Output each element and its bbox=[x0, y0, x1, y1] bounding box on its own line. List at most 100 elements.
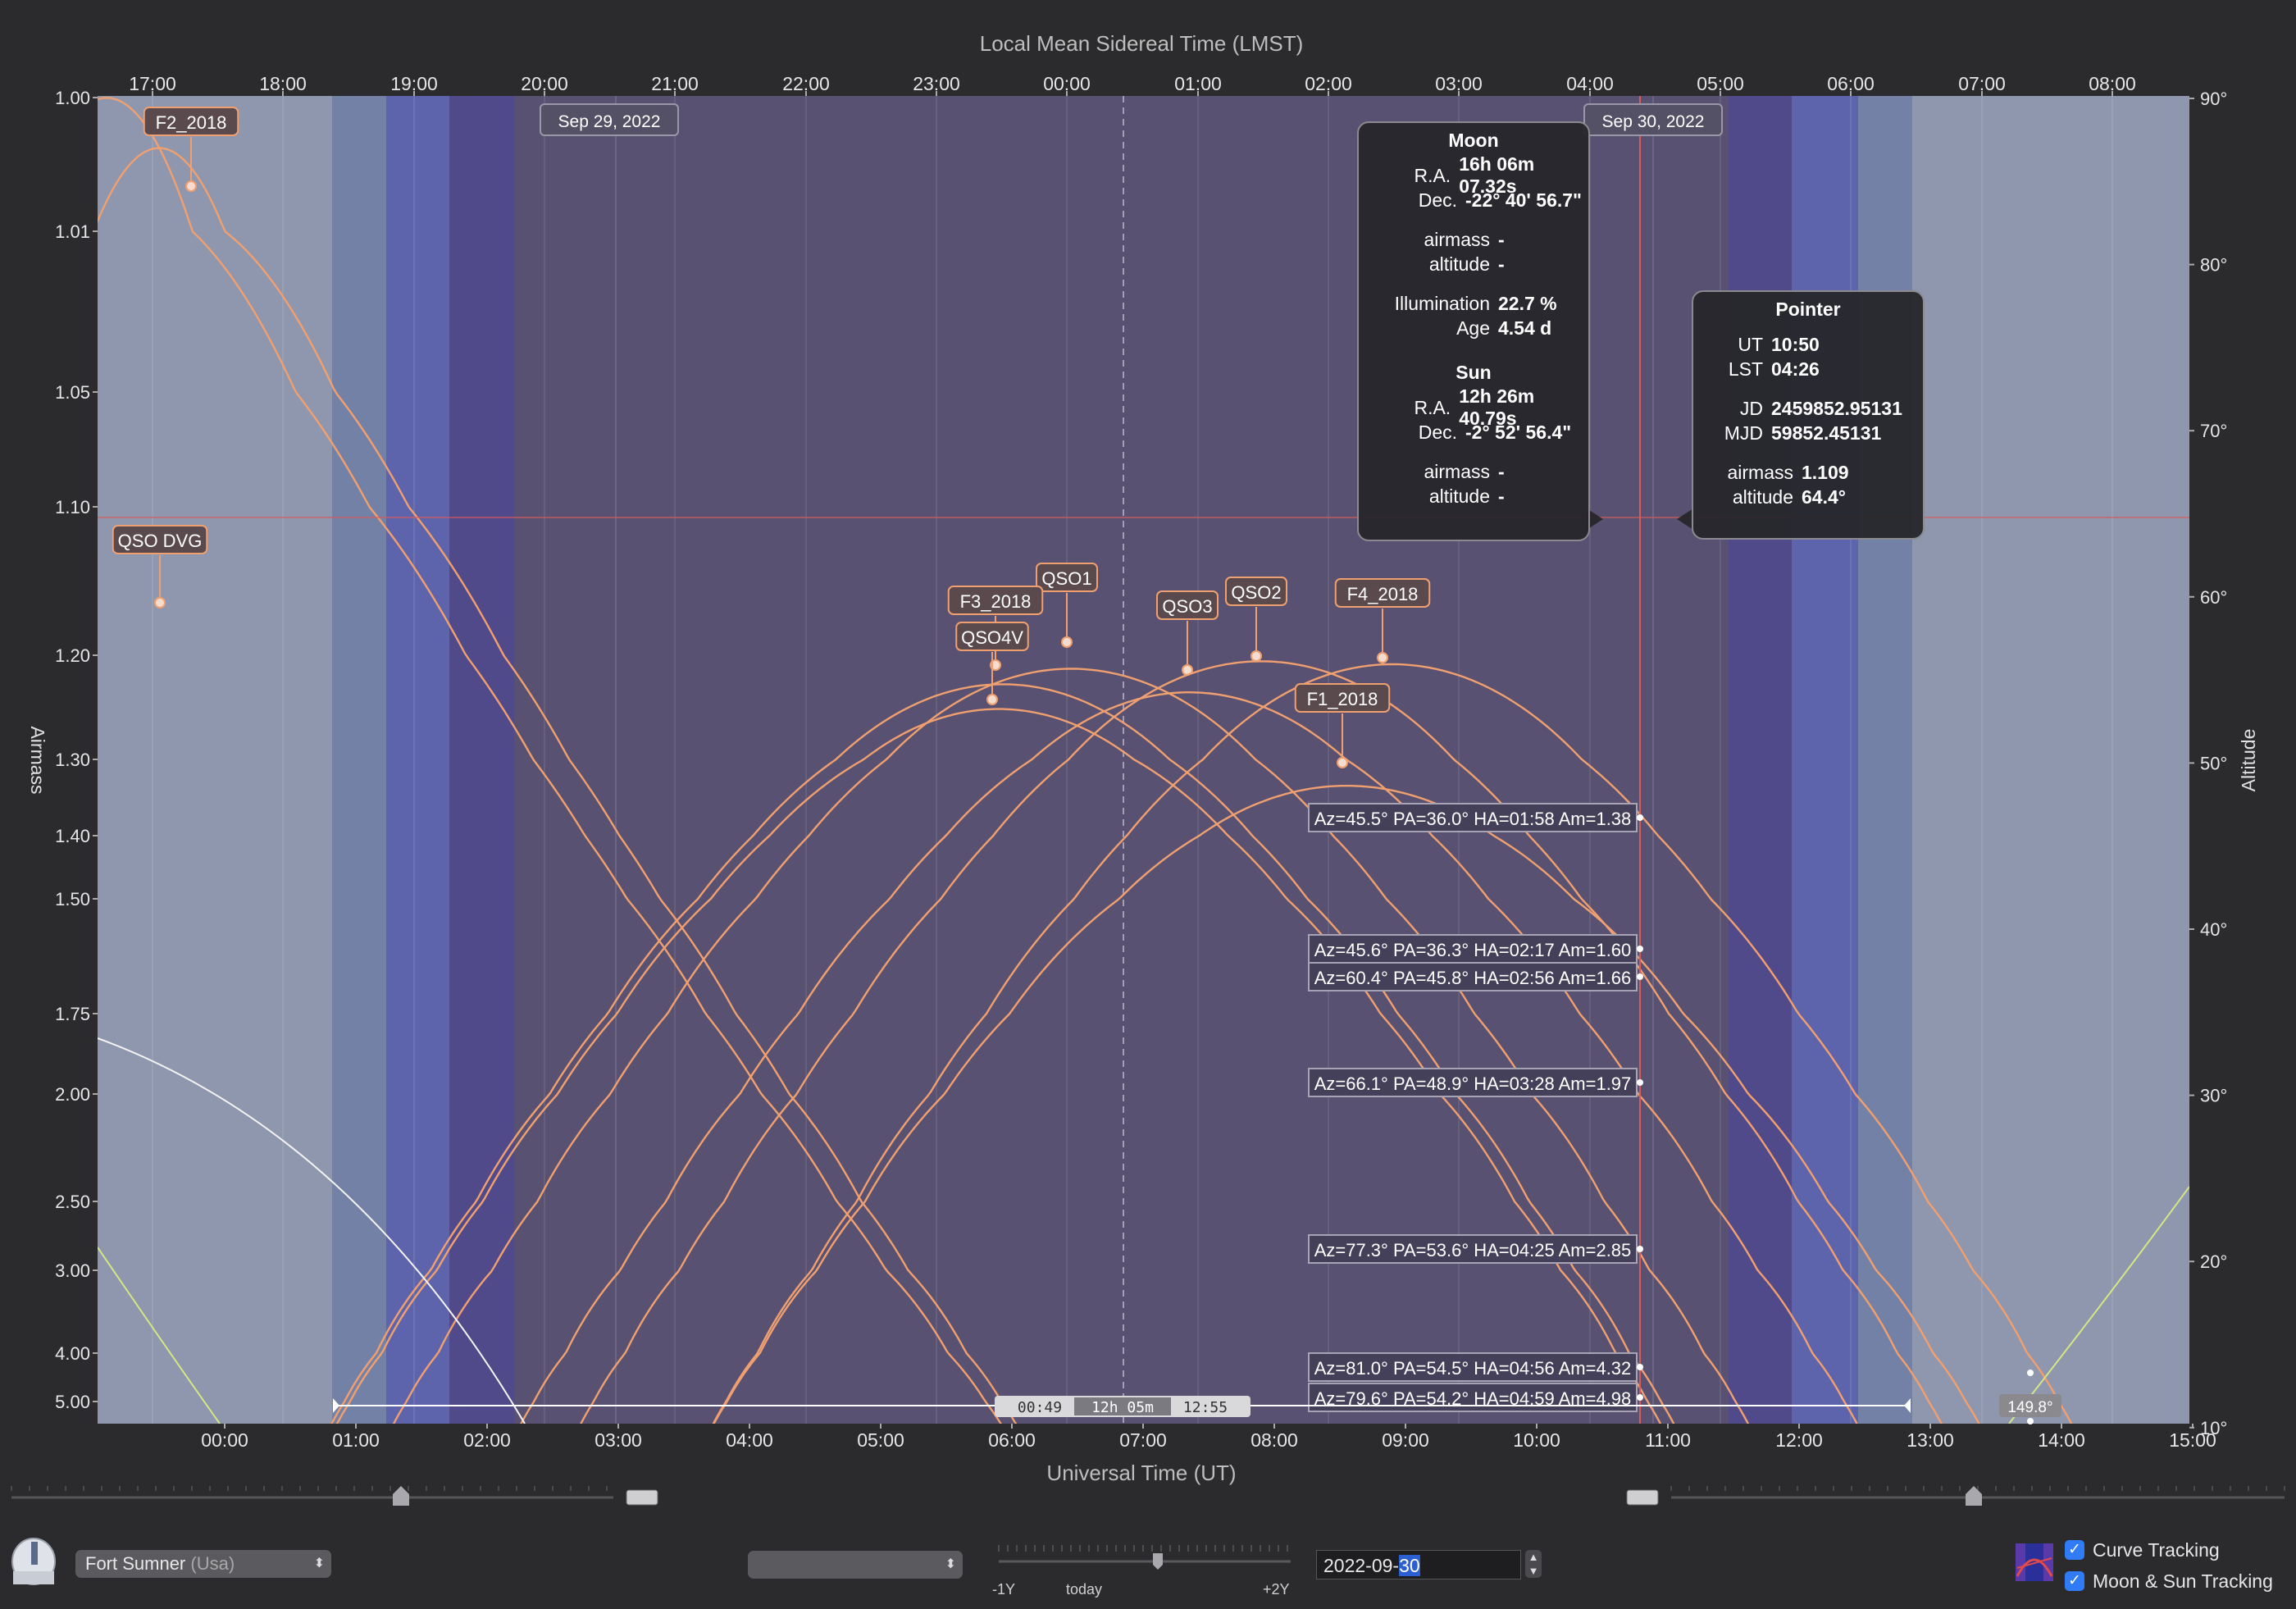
civil-twilight-band bbox=[332, 96, 386, 1424]
color-map-icon[interactable] bbox=[2016, 1543, 2053, 1581]
moon-sun-tracking-checkbox[interactable]: ✓ Moon & Sun Tracking bbox=[2065, 1566, 2273, 1596]
night-bar-end: 12:55 bbox=[1183, 1399, 1228, 1416]
ut-tick: 06:00 bbox=[988, 1429, 1036, 1451]
pointer-readout-text: Az=60.4° PA=45.8° HA=02:56 Am=1.66 bbox=[1314, 968, 1632, 988]
pointer-readout-text: Az=77.3° PA=53.6° HA=04:25 Am=2.85 bbox=[1314, 1240, 1632, 1260]
target-label[interactable]: QSO3 bbox=[1156, 590, 1219, 620]
lmst-tick: 20:00 bbox=[521, 73, 568, 94]
date-stepper[interactable]: ▲ ▼ bbox=[1525, 1550, 1542, 1578]
range-thumb[interactable] bbox=[1966, 1486, 1982, 1506]
pointer-ut-value: 10:50 bbox=[1771, 333, 1820, 355]
target-marker[interactable] bbox=[1250, 650, 1262, 662]
pointer-readout-dot bbox=[1637, 973, 1643, 980]
lmst-tick: 21:00 bbox=[651, 73, 699, 94]
pointer-lst-label: LST bbox=[1728, 358, 1763, 380]
site-country: (Usa) bbox=[190, 1553, 235, 1574]
nautical-twilight-band bbox=[386, 96, 449, 1424]
lmst-tick: 03:00 bbox=[1435, 73, 1483, 94]
moon-dec-label: Dec. bbox=[1418, 189, 1457, 211]
range-end-handle[interactable] bbox=[1626, 1489, 1659, 1506]
pointer-readout: Az=45.5° PA=36.0° HA=01:58 Am=1.38 bbox=[1308, 803, 1643, 832]
site-selector[interactable]: Fort Sumner (Usa) ⬍ bbox=[75, 1550, 331, 1578]
date-label-text: Sep 30, 2022 bbox=[1602, 112, 1705, 131]
target-marker[interactable] bbox=[154, 597, 166, 609]
airmass-tick: 1.30 bbox=[55, 750, 90, 770]
ut-tick: 13:00 bbox=[1906, 1429, 1954, 1451]
target-label[interactable]: QSO1 bbox=[1036, 563, 1098, 592]
pointer-readout-text: Az=45.5° PA=36.0° HA=01:58 Am=1.38 bbox=[1314, 809, 1632, 829]
pointer-readout-dot bbox=[1637, 946, 1643, 952]
moon-altitude-value: - bbox=[1498, 253, 1505, 275]
altitude-tick: 40° bbox=[2200, 919, 2227, 940]
slider-label-today: today bbox=[1066, 1581, 1103, 1598]
night-bar-duration: 12h 05m bbox=[1091, 1399, 1154, 1416]
pointer-readout-dot bbox=[1637, 814, 1643, 821]
lmst-tick: 04:00 bbox=[1566, 73, 1614, 94]
date-field[interactable]: 2022-09-30 bbox=[1316, 1550, 1521, 1579]
airmass-tick: 3.00 bbox=[55, 1260, 90, 1281]
target-marker[interactable] bbox=[185, 180, 197, 192]
ut-tick: 10:00 bbox=[1513, 1429, 1560, 1451]
target-list-selector[interactable]: ⬍ bbox=[748, 1551, 963, 1579]
airmass-tick: 1.01 bbox=[55, 221, 90, 242]
moon-title: Moon bbox=[1448, 130, 1499, 151]
observatory-icon[interactable] bbox=[10, 1537, 57, 1588]
sun-airmass-value: - bbox=[1498, 460, 1505, 482]
sun-dec-value: -2° 52' 56.4" bbox=[1465, 421, 1572, 443]
target-marker[interactable] bbox=[1377, 652, 1388, 663]
site-name: Fort Sumner bbox=[85, 1553, 186, 1574]
target-label[interactable]: QSO4V bbox=[955, 622, 1029, 651]
range-end-handle[interactable] bbox=[626, 1489, 658, 1506]
target-label[interactable]: F1_2018 bbox=[1294, 683, 1391, 713]
moon-altitude-label: altitude bbox=[1428, 253, 1490, 275]
altitude-tick: 70° bbox=[2200, 421, 2227, 441]
target-marker[interactable] bbox=[1337, 757, 1348, 768]
target-label[interactable]: QSO2 bbox=[1225, 577, 1287, 606]
ut-tick: 03:00 bbox=[594, 1429, 642, 1451]
pointer-ut-label: UT bbox=[1738, 333, 1763, 355]
target-label[interactable]: F4_2018 bbox=[1334, 578, 1431, 608]
pointer-mjd-value: 59852.45131 bbox=[1771, 422, 1882, 444]
moon-sun-tracking-label: Moon & Sun Tracking bbox=[2093, 1570, 2273, 1592]
target-marker[interactable] bbox=[986, 694, 998, 705]
night-bar-start: 00:49 bbox=[1018, 1399, 1062, 1416]
pointer-readout-text: Az=45.6° PA=36.3° HA=02:17 Am=1.60 bbox=[1314, 940, 1632, 960]
altitude-tick: 10° bbox=[2200, 1418, 2227, 1438]
moon-dec-value: -22° 40' 56.7" bbox=[1465, 189, 1582, 211]
lmst-tick: 00:00 bbox=[1043, 73, 1091, 94]
pointer-altitude-label: altitude bbox=[1732, 485, 1793, 508]
curve-tracking-label: Curve Tracking bbox=[2093, 1538, 2220, 1561]
pointer-readout: Az=77.3° PA=53.6° HA=04:25 Am=2.85 bbox=[1308, 1234, 1643, 1264]
target-marker[interactable] bbox=[1061, 636, 1073, 648]
pointer-airmass-value: 1.109 bbox=[1802, 461, 1849, 483]
target-label-text: QSO DVG bbox=[118, 531, 203, 551]
pointer-readout-text: Az=66.1° PA=48.9° HA=03:28 Am=1.97 bbox=[1314, 1073, 1632, 1094]
lmst-tick: 19:00 bbox=[390, 73, 438, 94]
moon-airmass-label: airmass bbox=[1424, 228, 1490, 250]
target-label[interactable]: QSO DVG bbox=[112, 525, 208, 554]
airmass-chart[interactable]: F2_2018 QSO DVG QSO1 F3_2018 QSO4V QSO3 QSO2 F4… bbox=[0, 0, 2296, 1609]
airmass-tick: 5.00 bbox=[55, 1392, 90, 1412]
airmass-tick: 1.75 bbox=[55, 1004, 90, 1024]
pointer-readout: Az=66.1° PA=48.9° HA=03:28 Am=1.97 bbox=[1308, 1068, 1643, 1097]
altitude-tick: 80° bbox=[2200, 255, 2227, 276]
ut-tick: 05:00 bbox=[857, 1429, 904, 1451]
range-thumb[interactable] bbox=[393, 1486, 409, 1506]
lmst-tick: 05:00 bbox=[1697, 73, 1744, 94]
right-range-slider[interactable] bbox=[1626, 1486, 2285, 1506]
ut-tick: 12:00 bbox=[1775, 1429, 1823, 1451]
moon-sun-tooltip: Moon R.A. 16h 06m 07.32s Dec. -22° 40' 56.… bbox=[1357, 121, 1590, 541]
sun-altitude-value: - bbox=[1498, 485, 1505, 507]
target-label-text: F3_2018 bbox=[960, 591, 1032, 612]
moon-age-label: Age bbox=[1456, 317, 1490, 339]
lmst-tick: 23:00 bbox=[913, 73, 960, 94]
ut-tick: 14:00 bbox=[2038, 1429, 2085, 1451]
altitude-tick: 50° bbox=[2200, 753, 2227, 773]
left-range-slider[interactable] bbox=[11, 1486, 658, 1506]
date-slider[interactable] bbox=[994, 1540, 1296, 1573]
target-label-text: QSO3 bbox=[1162, 596, 1212, 617]
target-label[interactable]: F3_2018 bbox=[947, 586, 1044, 615]
target-label[interactable]: F2_2018 bbox=[143, 107, 239, 136]
pointer-readout-dot bbox=[1637, 1079, 1643, 1086]
curve-tracking-checkbox[interactable]: ✓ Curve Tracking bbox=[2065, 1535, 2220, 1565]
